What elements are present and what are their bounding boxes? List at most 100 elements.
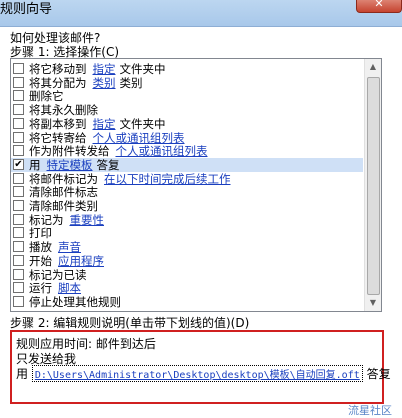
action-checkbox[interactable] bbox=[13, 172, 24, 184]
action-checkbox[interactable] bbox=[13, 227, 24, 239]
action-text: 打印 bbox=[29, 226, 52, 241]
action-link[interactable]: 个人或通讯组列表 bbox=[116, 144, 208, 158]
action-row[interactable]: 停止处理其他规则 bbox=[11, 295, 363, 309]
close-button[interactable]: ✕ bbox=[356, 0, 402, 13]
action-link[interactable]: 重要性 bbox=[70, 213, 105, 227]
scroll-up-arrow-icon[interactable]: ▲ bbox=[365, 59, 381, 75]
action-row[interactable]: 将邮件标记为 在以下时间完成后续工作 bbox=[11, 172, 363, 186]
action-text: 停止处理其他规则 bbox=[29, 294, 121, 309]
action-row[interactable]: 开始 应用程序 bbox=[11, 254, 363, 268]
description-action-suffix: 答复 bbox=[366, 367, 391, 381]
action-label: 将其永久删除 bbox=[29, 103, 98, 117]
action-row[interactable]: 打印 bbox=[11, 226, 363, 240]
action-row[interactable]: 标记为已读 bbox=[11, 268, 363, 282]
action-checkbox[interactable] bbox=[13, 268, 24, 280]
action-checkbox[interactable] bbox=[13, 63, 24, 74]
action-checkbox[interactable] bbox=[13, 104, 24, 116]
action-checkbox[interactable] bbox=[13, 282, 24, 294]
action-row[interactable]: 清除邮件类别 bbox=[11, 199, 363, 213]
action-label: 将它移动到 指定 文件夹中 bbox=[29, 62, 166, 76]
action-text: 播放 bbox=[29, 240, 52, 255]
action-checkbox[interactable] bbox=[13, 76, 24, 88]
action-checkbox[interactable] bbox=[13, 90, 24, 102]
action-label: 作为附件转发给 个人或通讯组列表 bbox=[29, 144, 208, 158]
action-label: 将它转寄给 个人或通讯组列表 bbox=[29, 131, 185, 145]
action-text: 运行 bbox=[29, 281, 52, 296]
action-text: 将邮件标记为 bbox=[29, 171, 98, 186]
action-text: 清除邮件类别 bbox=[29, 199, 98, 213]
description-action-prefix: 用 bbox=[16, 367, 29, 381]
action-row[interactable]: 运行 脚本 bbox=[11, 281, 363, 295]
action-link[interactable]: 声音 bbox=[58, 240, 81, 254]
action-label: 删除它 bbox=[29, 89, 64, 103]
action-label: 标记为 重要性 bbox=[29, 213, 104, 227]
action-text: 作为附件转发给 bbox=[29, 144, 110, 159]
action-row[interactable]: 将其永久删除 bbox=[11, 103, 363, 117]
action-suffix: 答复 bbox=[96, 157, 120, 172]
step2-label: 步骤 2: 编辑规则说明(单击带下划线的值)(D) bbox=[10, 316, 250, 330]
action-text: 标记为 bbox=[29, 212, 64, 227]
action-checkbox[interactable] bbox=[13, 241, 24, 253]
action-text: 清除邮件标志 bbox=[29, 185, 98, 200]
action-checkbox[interactable] bbox=[13, 254, 24, 266]
action-link[interactable]: 应用程序 bbox=[58, 254, 104, 268]
window-title: 规则向导 bbox=[0, 2, 53, 17]
action-text: 将副本移到 bbox=[29, 116, 87, 131]
action-suffix: 文件夹中 bbox=[119, 116, 166, 131]
action-text: 将其永久删除 bbox=[29, 103, 98, 118]
action-row[interactable]: 将其分配为 类别 类别 bbox=[11, 76, 363, 90]
scrollbar-thumb[interactable] bbox=[367, 77, 380, 295]
action-row[interactable]: 清除邮件标志 bbox=[11, 185, 363, 199]
action-link[interactable]: 脚本 bbox=[58, 281, 81, 295]
action-text: 将它转寄给 bbox=[29, 130, 87, 145]
action-label: 清除邮件类别 bbox=[29, 199, 98, 213]
action-suffix: 文件夹中 bbox=[119, 62, 166, 76]
action-row[interactable]: ✔ 用特定模板 答复 bbox=[11, 157, 363, 172]
action-link[interactable]: 特定模板 bbox=[47, 158, 93, 172]
action-text: 用 bbox=[29, 157, 41, 172]
action-label: 播放 声音 bbox=[29, 240, 81, 254]
action-checkbox[interactable] bbox=[13, 213, 24, 225]
action-label: 用特定模板 答复 bbox=[29, 158, 120, 172]
action-checkbox[interactable] bbox=[13, 295, 24, 307]
action-checkbox[interactable] bbox=[13, 200, 24, 211]
action-link[interactable]: 指定 bbox=[93, 62, 116, 76]
action-label: 停止处理其他规则 bbox=[29, 295, 121, 309]
action-link[interactable]: 在以下时间完成后续工作 bbox=[104, 172, 231, 186]
action-label: 打印 bbox=[29, 226, 52, 240]
action-row[interactable]: 作为附件转发给 个人或通讯组列表 bbox=[11, 144, 363, 158]
action-row[interactable]: 将副本移到 指定 文件夹中 bbox=[11, 117, 363, 131]
action-label: 将副本移到 指定 文件夹中 bbox=[29, 117, 166, 131]
action-row[interactable]: 将它转寄给 个人或通讯组列表 bbox=[11, 131, 363, 145]
close-icon: ✕ bbox=[374, 0, 384, 10]
action-text: 将它移动到 bbox=[29, 62, 87, 76]
action-row[interactable]: 播放 声音 bbox=[11, 240, 363, 254]
watermark-text: 流星社区 bbox=[348, 404, 392, 417]
action-checkbox[interactable] bbox=[13, 145, 24, 157]
action-checkbox[interactable] bbox=[13, 117, 24, 129]
action-suffix: 类别 bbox=[119, 75, 143, 90]
action-checkbox[interactable] bbox=[13, 131, 24, 143]
action-label: 标记为已读 bbox=[29, 268, 87, 282]
action-label: 运行 脚本 bbox=[29, 281, 81, 295]
action-text: 将其分配为 bbox=[29, 75, 87, 90]
action-checkbox[interactable] bbox=[13, 186, 24, 198]
action-row[interactable]: 标记为 重要性 bbox=[11, 213, 363, 227]
rule-description-box: 规则应用时间: 邮件到达后 只发送给我 用 D:\Users\Administr… bbox=[10, 330, 391, 404]
action-link[interactable]: 个人或通讯组列表 bbox=[93, 131, 185, 145]
action-label: 开始 应用程序 bbox=[29, 254, 104, 268]
action-row[interactable]: 删除它 bbox=[11, 89, 363, 103]
action-checkbox[interactable]: ✔ bbox=[13, 158, 24, 170]
action-row[interactable]: 将它移动到 指定 文件夹中 bbox=[11, 62, 363, 76]
action-label: 将其分配为 类别 类别 bbox=[29, 76, 143, 90]
action-text: 删除它 bbox=[29, 89, 64, 104]
actions-list[interactable]: 将它移动到 指定 文件夹中 将其分配为 类别 类别 删除它 将其永久删除 将副本移到 指定 文件夹中… bbox=[10, 58, 382, 312]
scroll-down-arrow-icon[interactable]: ▼ bbox=[365, 295, 381, 311]
actions-list-scrollbar[interactable]: ▲ ▼ bbox=[364, 59, 381, 311]
action-link[interactable]: 指定 bbox=[93, 117, 116, 131]
action-label: 清除邮件标志 bbox=[29, 185, 98, 199]
template-path-link[interactable]: D:\Users\Administrator\Desktop\desktop\模… bbox=[31, 365, 363, 382]
description-line-action: 用 D:\Users\Administrator\Desktop\desktop… bbox=[16, 365, 391, 382]
action-link[interactable]: 类别 bbox=[93, 76, 116, 90]
action-text: 开始 bbox=[29, 253, 52, 268]
